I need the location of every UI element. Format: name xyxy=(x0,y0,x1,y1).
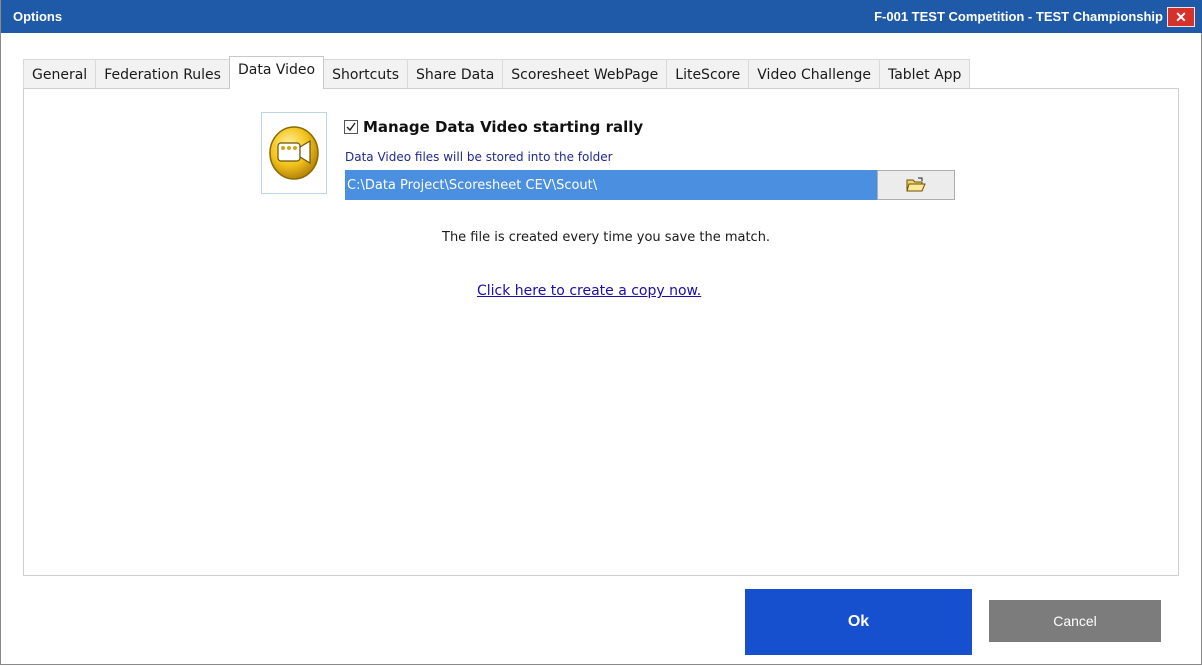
tab-general[interactable]: General xyxy=(23,59,97,89)
cancel-button[interactable]: Cancel xyxy=(989,600,1161,642)
window-title: Options xyxy=(13,9,63,24)
tab-scoresheet-webpage[interactable]: Scoresheet WebPage xyxy=(502,59,668,89)
checkmark-icon xyxy=(346,122,356,132)
folder-path-input[interactable] xyxy=(345,170,877,200)
title-bar[interactable]: Options F-001 TEST Competition - TEST Ch… xyxy=(1,0,1202,33)
open-folder-icon xyxy=(906,177,926,192)
video-camera-icon xyxy=(269,126,319,180)
manage-data-video-checkbox[interactable] xyxy=(344,120,358,134)
create-copy-link[interactable]: Click here to create a copy now. xyxy=(477,283,701,299)
save-info-text: The file is created every time you save … xyxy=(442,230,771,245)
competition-title: F-001 TEST Competition - TEST Championsh… xyxy=(874,9,1163,24)
tab-litescore[interactable]: LiteScore xyxy=(666,59,750,89)
folder-hint-text: Data Video files will be stored into the… xyxy=(345,150,613,164)
close-button[interactable]: ✕ xyxy=(1167,7,1195,27)
tab-data-video[interactable]: Data Video xyxy=(228,56,325,89)
manage-data-video-row[interactable]: Manage Data Video starting rally xyxy=(344,117,643,137)
tab-video-challenge[interactable]: Video Challenge xyxy=(748,59,880,89)
tab-tablet-app[interactable]: Tablet App xyxy=(878,59,971,89)
options-window: Options F-001 TEST Competition - TEST Ch… xyxy=(0,0,1202,665)
tab-strip: General Federation Rules Data Video Shor… xyxy=(23,56,971,89)
video-icon-box xyxy=(261,112,327,194)
browse-folder-button[interactable] xyxy=(877,170,955,200)
manage-data-video-label: Manage Data Video starting rally xyxy=(363,118,644,136)
tab-federation-rules[interactable]: Federation Rules xyxy=(95,59,230,89)
tab-share-data[interactable]: Share Data xyxy=(407,59,504,89)
close-icon: ✕ xyxy=(1175,9,1187,25)
tab-shortcuts[interactable]: Shortcuts xyxy=(323,59,409,89)
ok-button[interactable]: Ok xyxy=(745,589,972,655)
